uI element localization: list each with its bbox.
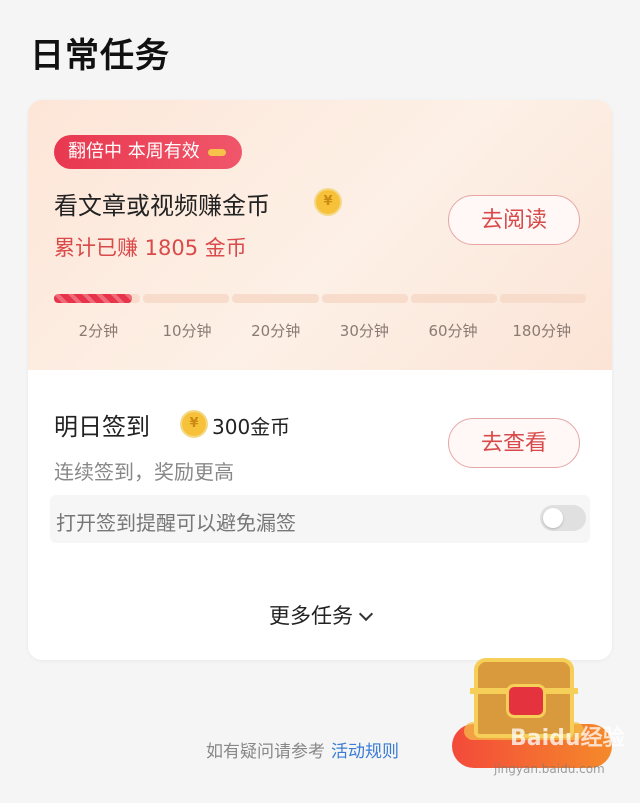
progress-segment [499,294,587,303]
daily-tasks-card: 翻倍中 本周有效 看文章或视频赚金币 ¥ 累计已赚 1805 金币 去阅读 2分… [28,100,612,660]
help-footer: 如有疑问请参考 活动规则 [206,737,399,762]
progress-tick: 10分钟 [162,322,212,340]
help-text: 如有疑问请参考 [206,742,325,762]
more-tasks-button[interactable]: 更多任务 [28,600,612,630]
double-badge: 翻倍中 本周有效 [54,135,242,169]
go-read-button[interactable]: 去阅读 [448,195,580,245]
rules-link[interactable]: 活动规则 [331,742,399,762]
progress-tick: 2分钟 [78,322,119,340]
coin-icon: ¥ [314,188,342,216]
signin-reminder-row: 打开签到提醒可以避免漏签 [50,495,590,543]
progress-tick: 180分钟 [512,322,572,340]
progress-fill [54,294,132,303]
watermark-url: jingyan.baidu.com [494,762,605,776]
reminder-text: 打开签到提醒可以避免漏签 [56,511,296,535]
more-tasks-label: 更多任务 [269,604,353,628]
reminder-toggle[interactable] [540,505,586,531]
earned-coins-text: 累计已赚 1805 金币 [54,236,247,260]
progress-tick: 20分钟 [251,322,301,340]
progress-segment [321,294,408,303]
progress-segment [54,294,141,303]
signin-reward: 300金币 [212,415,291,439]
progress-tick: 60分钟 [428,322,478,340]
progress-segment [232,294,319,303]
chest-heart-icon [506,684,546,718]
chevron-down-icon [358,606,374,622]
progress-ticks: 2分钟 10分钟 20分钟 30分钟 60分钟 180分钟 [54,320,586,341]
read-task-title: 看文章或视频赚金币 [54,192,270,220]
page-title: 日常任务 [30,36,170,76]
toggle-knob [543,508,563,528]
coin-icon: ¥ [180,410,208,438]
reading-progress-bar [54,294,587,303]
signin-task-title: 明日签到 [54,413,150,441]
progress-segment [143,294,230,303]
progress-tick: 30分钟 [339,322,389,340]
go-view-button[interactable]: 去查看 [448,418,580,468]
progress-segment [410,294,497,303]
watermark: Baidu经验 [510,726,625,751]
coin-mini-icon [207,148,226,156]
double-badge-label: 翻倍中 本周有效 [68,141,200,162]
read-task-section: 翻倍中 本周有效 看文章或视频赚金币 ¥ 累计已赚 1805 金币 去阅读 2分… [28,100,612,370]
signin-subtitle: 连续签到，奖励更高 [54,460,234,484]
